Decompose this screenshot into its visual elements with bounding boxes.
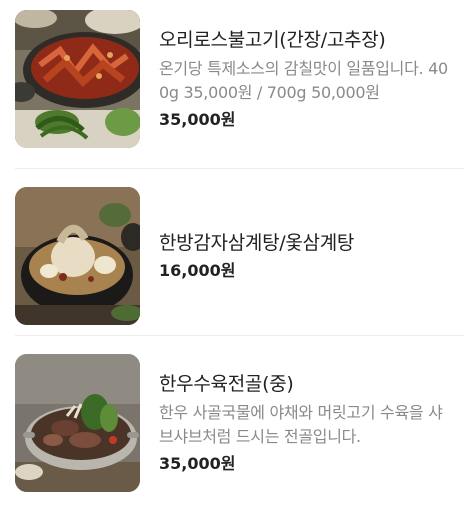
menu-item-price: 35,000원 [159, 454, 236, 473]
samgyetang-photo-icon [15, 187, 140, 325]
menu-item[interactable]: 한방감자삼계탕/옻삼계탕 16,000원 [0, 187, 464, 325]
menu-item-info: 한우수육전골(중) 한우 사골국물에 야채와 머릿고기 수육을 샤브샤브처럼 드… [159, 354, 450, 492]
beef-hotpot-image [15, 354, 140, 492]
menu-item-price: 35,000원 [159, 110, 236, 129]
divider [15, 335, 464, 336]
menu-item-info: 한방감자삼계탕/옻삼계탕 16,000원 [159, 187, 450, 325]
menu-item-description: 한우 사골국물에 야채와 머릿고기 수육을 샤브샤브처럼 드시는 전골입니다. [159, 403, 443, 446]
menu-item-price: 16,000원 [159, 261, 236, 280]
spicy-duck-bulgogi-image [15, 10, 140, 148]
menu-item[interactable]: 오리로스불고기(간장/고추장) 온기당 특제소스의 감칠맛이 일품입니다. 40… [0, 10, 464, 148]
menu-item-name: 오리로스불고기(간장/고추장) [159, 29, 386, 51]
menu-item[interactable]: 한우수육전골(중) 한우 사골국물에 야채와 머릿고기 수육을 샤브샤브처럼 드… [0, 354, 464, 492]
spicy-duck-bulgogi-photo-icon [15, 10, 140, 148]
menu-item-name: 한방감자삼계탕/옻삼계탕 [159, 232, 355, 254]
menu-item-name: 한우수육전골(중) [159, 373, 294, 395]
divider [15, 168, 464, 169]
menu-item-info: 오리로스불고기(간장/고추장) 온기당 특제소스의 감칠맛이 일품입니다. 40… [159, 10, 450, 148]
menu-item-description: 온기당 특제소스의 감칠맛이 일품입니다. 400g 35,000원 / 700… [159, 59, 448, 102]
menu-list: 오리로스불고기(간장/고추장) 온기당 특제소스의 감칠맛이 일품입니다. 40… [0, 0, 464, 507]
beef-hotpot-photo-icon [15, 354, 140, 492]
samgyetang-image [15, 187, 140, 325]
